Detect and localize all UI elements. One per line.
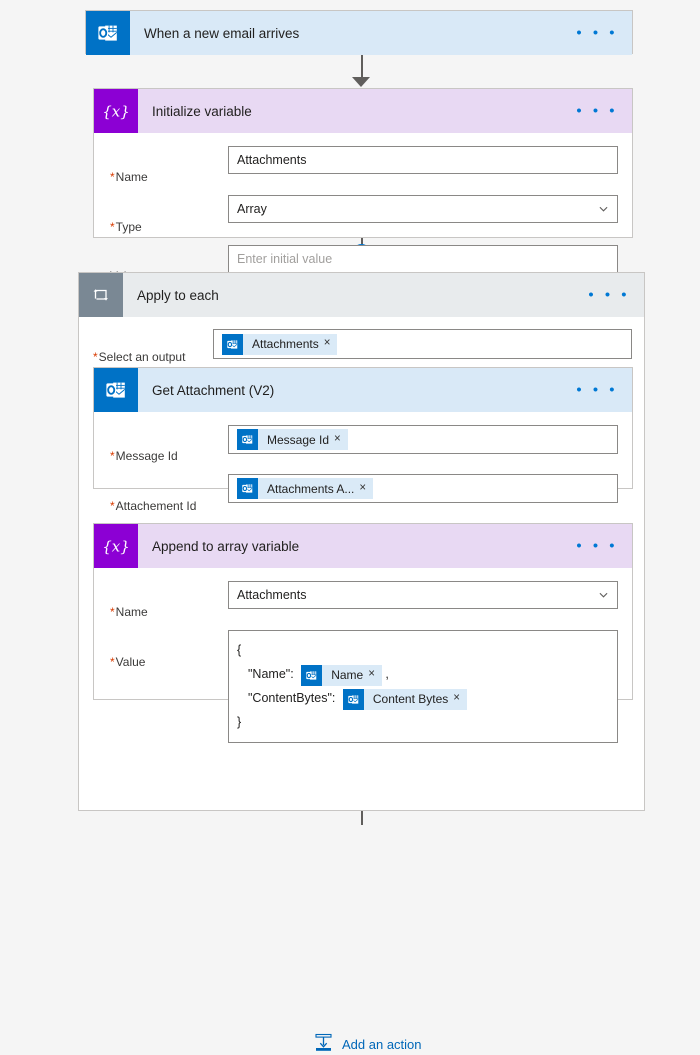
initialize-variable-title: Initialize variable [152,103,252,119]
outlook-icon [94,368,138,412]
get-attachment-body: * Message Id Message Id × *Attachement Id… [94,412,632,529]
chevron-down-icon [599,207,608,212]
field-label-append-name: *Name [110,605,148,620]
field-row-name: *Name Attachments [94,141,632,190]
token-chip-attachment-id[interactable]: Attachments A... × [237,478,374,500]
required-asterisk: * [93,350,98,365]
select-output-input[interactable]: Attachments × [213,329,632,359]
json-line-close-brace: } [237,715,242,730]
outlook-icon [237,429,258,450]
token-label: Attachments A... [267,481,355,496]
apply-to-each-header: Apply to each • • • [79,273,644,317]
append-to-array-title: Append to array variable [152,538,300,554]
field-row-append-name: *Name Attachments [94,576,632,625]
token-label: Attachments [252,337,319,351]
variable-name-value: Attachments [237,153,307,167]
required-asterisk: * [110,219,115,234]
trigger-more-button[interactable]: • • • [576,26,618,41]
message-id-input[interactable]: Message Id × [228,425,618,454]
required-asterisk: * [110,654,115,669]
outlook-icon [222,333,243,355]
json-line-name: "Name": Name × , [237,662,609,686]
token-remove-icon[interactable]: × [324,338,338,350]
append-to-array-card[interactable]: {x} Append to array variable • • • *Name… [93,523,633,744]
outlook-icon [301,664,323,686]
attachment-id-input[interactable]: Attachments A... × [228,474,618,504]
token-remove-icon[interactable]: × [453,693,467,705]
json-comma: , [385,667,389,682]
chevron-down-icon [599,592,608,598]
token-label: Message Id [267,432,330,447]
required-asterisk: * [110,449,115,464]
required-asterisk: * [110,605,115,620]
field-row-message-id: * Message Id Message Id × [94,420,632,469]
token-label: Content Bytes [372,692,449,707]
loop-icon [79,273,123,317]
append-to-array-body: *Name Attachments *Value { "Name": Name … [94,568,632,758]
field-label-attachment-id: *Attachement Id [110,498,197,513]
variable-name-input[interactable]: Attachments [228,146,618,174]
variable-type-dropdown[interactable]: Array [228,195,618,224]
trigger-card[interactable]: When a new email arrives • • • [85,10,633,55]
json-line-open-brace: { [237,643,242,658]
add-an-action-button[interactable]: Add an action [314,1033,422,1055]
field-row-attachment-id: *Attachement Id Attachments A... × [94,469,632,518]
field-row-type: *Type Array [94,190,632,239]
apply-to-each-more-button[interactable]: • • • [588,288,630,303]
outlook-icon [342,688,364,710]
required-asterisk: * [110,498,115,513]
connector-arrow-initialize [352,77,370,87]
field-label-message-id: *Message Id [110,449,178,464]
field-label-type: *Type [110,219,142,234]
json-line-contentbytes: "ContentBytes": Content Bytes × [237,686,609,710]
connector-loop-to-next [361,811,363,825]
apply-to-each-title: Apply to each [137,287,219,303]
append-name-value: Attachments [237,588,307,602]
trigger-card-title: When a new email arrives [144,25,300,41]
append-to-array-more-button[interactable]: • • • [576,539,618,554]
initialize-variable-more-button[interactable]: • • • [576,104,618,119]
variable-initial-value-placeholder: Enter initial value [237,251,333,266]
token-remove-icon[interactable]: × [334,433,348,446]
field-label-name: *Name [110,170,148,185]
token-chip-content-bytes[interactable]: Content Bytes × [342,688,467,710]
get-attachment-more-button[interactable]: • • • [576,383,618,398]
field-label-append-value: *Value [110,654,146,669]
add-an-action-label: Add an action [342,1036,422,1052]
trigger-card-header: When a new email arrives • • • [86,11,632,55]
outlook-icon [86,11,130,55]
append-name-dropdown[interactable]: Attachments [228,581,618,609]
token-remove-icon[interactable]: × [359,483,373,495]
get-attachment-title: Get Attachment (V2) [152,382,275,398]
get-attachment-card[interactable]: Get Attachment (V2) • • • * Message Id Me… [93,367,633,513]
token-remove-icon[interactable]: × [368,669,382,681]
token-chip-name[interactable]: Name × [301,664,382,686]
variable-type-value: Array [237,202,267,217]
get-attachment-header: Get Attachment (V2) • • • [94,368,632,412]
svg-text:{x}: {x} [103,538,129,556]
append-value-editor[interactable]: { "Name": Name × , "ContentBytes": Conte… [228,630,618,744]
insert-action-icon [314,1033,333,1055]
token-chip-attachments[interactable]: Attachments × [222,333,338,355]
field-row-append-value: *Value { "Name": Name × , "ContentBytes"… [94,625,632,748]
required-asterisk: * [110,170,115,185]
variable-initial-value-input[interactable]: Enter initial value [228,244,618,273]
outlook-icon [237,478,258,500]
svg-text:{x}: {x} [103,103,129,121]
variable-icon: {x} [94,524,138,568]
token-chip-message-id[interactable]: Message Id × [237,429,348,450]
initialize-variable-card[interactable]: {x} Initialize variable • • • *Name Atta… [93,88,633,283]
append-to-array-header: {x} Append to array variable • • • [94,524,632,568]
initialize-variable-header: {x} Initialize variable • • • [94,89,632,133]
variable-icon: {x} [94,89,138,133]
token-label: Name [331,668,364,683]
